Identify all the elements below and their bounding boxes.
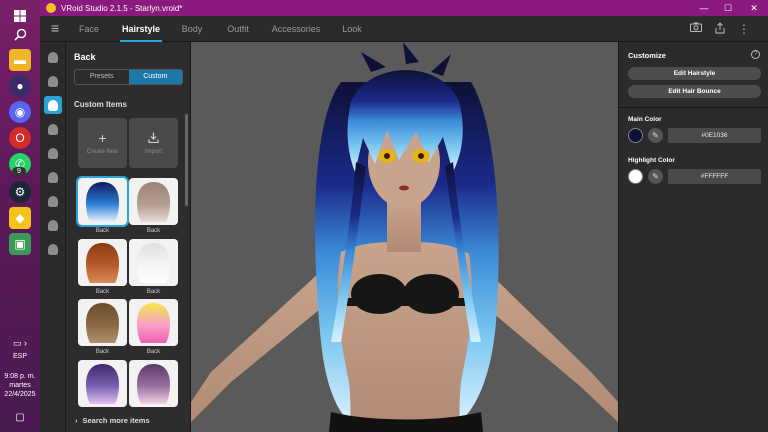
app-logo-icon (46, 3, 56, 13)
menu-icon[interactable]: ≡ (48, 21, 62, 35)
back-hair-icon[interactable] (44, 96, 62, 114)
system-tray-icon[interactable]: ▭ › (9, 332, 31, 354)
hair-extra-4-icon[interactable] (44, 240, 62, 258)
chevron-right-icon: › (75, 416, 78, 425)
hair-item-label: Back (146, 228, 161, 234)
tab-look[interactable]: Look (339, 16, 365, 42)
hair-base-icon[interactable] (44, 48, 62, 66)
search-more-link[interactable]: › Search more items (75, 416, 150, 425)
highlight-color-hex[interactable]: #FFFFFF (668, 169, 761, 184)
hair-extra-1-icon[interactable] (44, 168, 62, 186)
main-color-hex[interactable]: #0E1036 (668, 128, 761, 143)
hair-item-thumbnail[interactable] (129, 239, 178, 286)
hair-item-thumbnail[interactable] (129, 360, 178, 407)
hair-category-rail (40, 42, 66, 432)
clock-day: martes (9, 382, 31, 389)
hair-item-label: Back (146, 289, 161, 295)
windows-taskbar: ▬ ● ◉ O ✆ 9 ⚙ ◆ ▣ ▭ › ESP 9:08 p. m. mar… (0, 0, 40, 432)
notification-badge: 9 (12, 167, 26, 176)
export-icon[interactable] (713, 22, 727, 36)
highlight-color-label: Highlight Color (628, 157, 675, 164)
hair-item-thumbnail[interactable] (76, 176, 129, 227)
tab-hairstyle[interactable]: Hairstyle (120, 16, 162, 42)
top-navigation: ≡ Face Hairstyle Body Outfit Accessories… (40, 16, 768, 42)
steam-icon[interactable]: ⚙ (9, 181, 31, 203)
maximize-button[interactable]: ☐ (716, 0, 740, 16)
app-circle-icon[interactable]: ● (9, 75, 31, 97)
search-icon[interactable] (9, 23, 31, 45)
more-options-icon[interactable]: ⋮ (737, 22, 751, 36)
window-titlebar: VRoid Studio 2.1.5 - Starlyn.vroid* — ☐ … (40, 0, 768, 16)
hair-item-thumbnail[interactable] (129, 299, 178, 346)
search-more-label: Search more items (82, 416, 150, 425)
help-icon[interactable]: ? (751, 50, 760, 59)
clock-time[interactable]: 9:08 p. m. (0, 372, 40, 381)
window-title: VRoid Studio 2.1.5 - Starlyn.vroid* (61, 3, 183, 13)
hair-extra-3-icon[interactable] (44, 216, 62, 234)
create-new-button[interactable]: + Create New (78, 118, 127, 168)
avatar-preview (191, 42, 618, 432)
tab-body[interactable]: Body (178, 16, 206, 42)
plus-icon: + (98, 130, 107, 146)
tab-accessories[interactable]: Accessories (270, 16, 322, 42)
discord-icon[interactable]: ◉ (9, 101, 31, 123)
hair-item-thumbnail[interactable] (129, 178, 178, 225)
hair-item-label: Back (146, 349, 161, 355)
segment-custom[interactable]: Custom (128, 70, 182, 84)
minimize-button[interactable]: — (692, 0, 716, 16)
eyedropper-icon[interactable]: ✎ (648, 128, 663, 143)
import-icon (148, 131, 159, 145)
highlight-color-swatch[interactable] (628, 169, 643, 184)
hair-item-label: Back (95, 228, 110, 234)
desktop: ▬ ● ◉ O ✆ 9 ⚙ ◆ ▣ ▭ › ESP 9:08 p. m. mar… (0, 0, 768, 432)
file-explorer-icon[interactable]: ▬ (9, 49, 31, 71)
hair-item-thumbnail[interactable] (78, 360, 127, 407)
side-hair-icon[interactable] (44, 120, 62, 138)
tab-face[interactable]: Face (74, 16, 104, 42)
opera-icon[interactable]: O (9, 127, 31, 149)
notifications-icon[interactable]: ▢ (9, 406, 31, 428)
vroid-studio-icon[interactable]: ◆ (9, 207, 31, 229)
hair-extra-2-icon[interactable] (44, 192, 62, 210)
eyedropper-icon[interactable]: ✎ (648, 169, 663, 184)
customize-heading: Customize (628, 51, 666, 60)
hair-ahoge-icon[interactable] (44, 144, 62, 162)
import-button[interactable]: Import (129, 118, 178, 168)
edit-hairstyle-button[interactable]: Edit Hairstyle (628, 67, 761, 80)
items-scrollbar[interactable] (185, 114, 188, 206)
hair-item-label: Back (95, 289, 110, 295)
hairstyle-panel: Back Presets Custom Custom Items + Creat… (66, 42, 191, 432)
segment-presets[interactable]: Presets (75, 70, 129, 84)
tab-outfit[interactable]: Outfit (223, 16, 253, 42)
map-app-icon[interactable]: ▣ (9, 233, 31, 255)
front-hair-icon[interactable] (44, 72, 62, 90)
main-color-swatch[interactable] (628, 128, 643, 143)
hair-item-label: Back (95, 349, 110, 355)
clock-date: 22/4/2025 (4, 391, 36, 398)
hair-item-thumbnail[interactable] (78, 299, 127, 346)
camera-icon[interactable] (689, 22, 703, 36)
model-viewport[interactable] (191, 42, 618, 432)
edit-hair-bounce-button[interactable]: Edit Hair Bounce (628, 85, 761, 98)
import-label: Import (144, 149, 162, 155)
close-button[interactable]: ✕ (742, 0, 766, 16)
section-label: Custom Items (74, 100, 127, 109)
hair-item-thumbnail[interactable] (78, 239, 127, 286)
customize-panel: Customize ? Edit Hairstyle Edit Hair Bou… (618, 42, 768, 432)
panel-title: Back (74, 52, 96, 62)
preset-custom-toggle: Presets Custom (74, 69, 183, 85)
input-language[interactable]: ESP (0, 352, 40, 361)
create-new-label: Create New (86, 149, 119, 155)
divider (619, 107, 768, 108)
main-color-label: Main Color (628, 116, 662, 123)
